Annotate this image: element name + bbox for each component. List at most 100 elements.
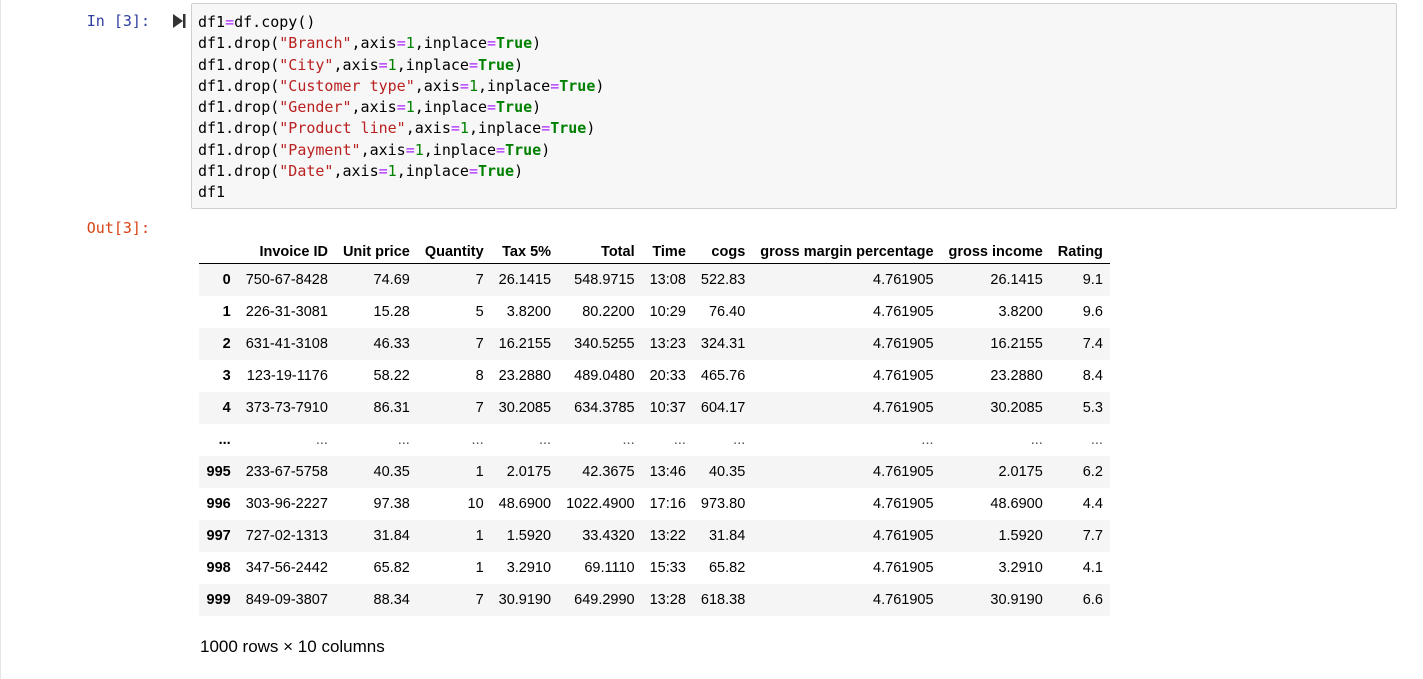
table-cell: 7 bbox=[475, 592, 484, 608]
code-token: df1 bbox=[198, 183, 226, 202]
table-cell: 8.4 bbox=[1082, 368, 1103, 384]
code-token: 1 bbox=[405, 98, 415, 117]
code-token: "Payment" bbox=[279, 140, 361, 159]
column-header: gross margin percentage bbox=[752, 236, 942, 264]
table-cell: 4.761905 bbox=[873, 592, 934, 608]
code-token: = bbox=[487, 34, 497, 53]
code-line: df1.drop("Branch",axis=1,inplace=True) bbox=[198, 33, 604, 54]
table-row: 2 631-41-3108 46.33 7 16.2155 340.5255 13:23 32… bbox=[199, 328, 1111, 360]
code-token: True bbox=[550, 119, 587, 138]
table-cell: 226-31-3081 bbox=[245, 304, 328, 320]
column-header: Unit price bbox=[335, 236, 418, 264]
table-cell: 1022.4900 bbox=[566, 496, 635, 512]
code-token: 1 bbox=[414, 140, 424, 159]
index-header bbox=[199, 236, 239, 264]
code-token: = bbox=[541, 119, 551, 138]
table-cell: 46.33 bbox=[373, 336, 410, 352]
table-cell: ... bbox=[1030, 432, 1043, 448]
code-token: df1.drop( bbox=[198, 162, 280, 181]
code-token: df1.drop( bbox=[198, 98, 280, 117]
table-cell: 13:23 bbox=[649, 336, 686, 352]
code-token: ) bbox=[514, 162, 524, 181]
table-cell: 6.2 bbox=[1082, 464, 1103, 480]
table-cell: 4.761905 bbox=[873, 304, 934, 320]
code-token: ,axis bbox=[333, 162, 379, 181]
table-cell: 97.38 bbox=[373, 496, 410, 512]
table-cell: 15:33 bbox=[649, 560, 686, 576]
code-token: ,inplace bbox=[468, 119, 542, 138]
table-cell: 17:16 bbox=[649, 496, 686, 512]
code-token: "Date" bbox=[279, 162, 334, 181]
table-cell: 30.9190 bbox=[498, 592, 552, 608]
code-token: df1.drop( bbox=[198, 119, 280, 138]
code-line: df1.drop("City",axis=1,inplace=True) bbox=[198, 55, 604, 76]
code-token: ,inplace bbox=[414, 98, 487, 117]
code-token: = bbox=[378, 162, 388, 181]
code-token: ) bbox=[532, 98, 542, 117]
table-cell: 4.761905 bbox=[873, 496, 934, 512]
table-row: 0 750-67-8428 74.69 7 26.1415 548.9715 13:08 52… bbox=[199, 263, 1111, 296]
table-header-row: Invoice ID Unit price Quantity Tax 5% Total T… bbox=[199, 236, 1111, 264]
table-cell: 634.3785 bbox=[574, 400, 635, 416]
table-cell: ... bbox=[622, 432, 635, 448]
code-token: ,inplace bbox=[396, 55, 469, 74]
table-cell: 849-09-3807 bbox=[245, 592, 328, 608]
table-cell: 7.7 bbox=[1082, 528, 1103, 544]
code-token: = bbox=[468, 162, 478, 181]
table-cell: 31.84 bbox=[373, 528, 410, 544]
table-cell: 42.3675 bbox=[582, 464, 635, 480]
table-cell: ... bbox=[315, 432, 328, 448]
output-prompt: Out[3]: bbox=[86, 219, 150, 237]
table-cell: 65.82 bbox=[373, 560, 410, 576]
table-cell: 76.40 bbox=[708, 304, 746, 320]
table-cell: 33.4320 bbox=[582, 528, 635, 544]
table-cell: 4.761905 bbox=[873, 528, 934, 544]
code-editor[interactable]: df1=df.copy() df1.drop("Branch",axis=1,in… bbox=[191, 3, 1397, 209]
table-cell: 16.2155 bbox=[990, 336, 1043, 352]
code-text[interactable]: df1=df.copy() df1.drop("Branch",axis=1,in… bbox=[198, 12, 604, 204]
code-token: ,axis bbox=[360, 140, 406, 159]
run-cell-icon[interactable] bbox=[172, 13, 186, 29]
table-cell: ... bbox=[733, 432, 746, 448]
table-cell: 3.8200 bbox=[506, 304, 552, 320]
table-cell: 48.6900 bbox=[498, 496, 552, 512]
column-header: gross income bbox=[941, 236, 1051, 264]
code-token: ) bbox=[595, 76, 605, 95]
table-cell: 4.761905 bbox=[873, 464, 934, 480]
table-cell: 373-73-7910 bbox=[245, 400, 328, 416]
column-header: Total bbox=[558, 236, 643, 264]
code-token: True bbox=[559, 76, 596, 95]
row-index: 996 bbox=[206, 496, 231, 512]
code-token: df1.drop( bbox=[198, 76, 280, 95]
table-cell: 30.2085 bbox=[498, 400, 552, 416]
code-token: "Branch" bbox=[279, 34, 352, 53]
table-cell: 2.0175 bbox=[506, 464, 552, 480]
row-index: 4 bbox=[222, 400, 231, 416]
code-token: = bbox=[378, 55, 388, 74]
table-cell: 618.38 bbox=[700, 592, 746, 608]
table-cell: 69.1110 bbox=[584, 560, 635, 576]
table-cell: 26.1415 bbox=[498, 272, 552, 288]
table-cell: 86.31 bbox=[373, 400, 410, 416]
table-cell: 347-56-2442 bbox=[245, 560, 328, 576]
code-token: 1 bbox=[387, 162, 397, 181]
table-cell: 7 bbox=[475, 400, 484, 416]
table-cell: 23.2880 bbox=[990, 368, 1043, 384]
code-token: = bbox=[396, 34, 406, 53]
table-cell: 26.1415 bbox=[990, 272, 1043, 288]
table-cell: 324.31 bbox=[700, 336, 746, 352]
table-cell: 4.761905 bbox=[873, 400, 934, 416]
table-cell: 649.2990 bbox=[574, 592, 635, 608]
input-prompt: In [3]: bbox=[86, 12, 150, 30]
code-line: df1.drop("Product line",axis=1,inplace=T… bbox=[198, 118, 604, 139]
table-cell: 9.1 bbox=[1082, 272, 1103, 288]
code-token: df1.drop( bbox=[198, 55, 280, 74]
table-cell: 13:22 bbox=[649, 528, 686, 544]
table-cell: 6.6 bbox=[1082, 592, 1103, 608]
row-index: 997 bbox=[206, 528, 231, 544]
table-row: 999 849-09-3807 88.34 7 30.9190 649.2990 13:28… bbox=[199, 584, 1111, 616]
table-cell: 40.35 bbox=[373, 464, 410, 480]
table-cell: 74.69 bbox=[373, 272, 410, 288]
code-line: df1 bbox=[198, 182, 604, 203]
code-token: True bbox=[477, 55, 515, 74]
